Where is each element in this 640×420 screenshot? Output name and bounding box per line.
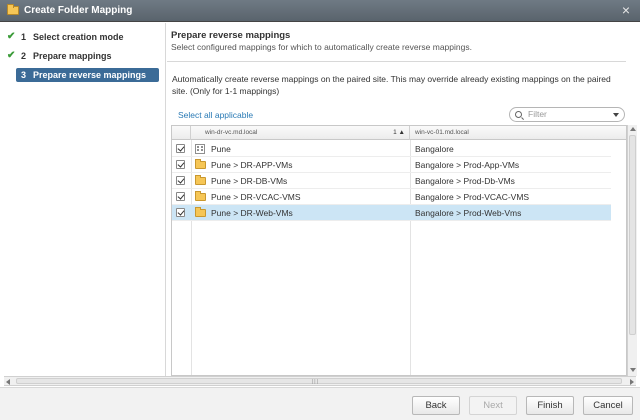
scroll-up-icon[interactable]: [630, 127, 636, 131]
scroll-right-icon[interactable]: [630, 379, 634, 385]
folder-icon: [195, 159, 206, 169]
header-divider: [167, 61, 626, 62]
step-select-creation-mode[interactable]: ✔ 1 Select creation mode: [4, 30, 159, 44]
table-header: win-dr-vc.md.local 1 ▲ win-vc-01.md.loca…: [172, 126, 626, 140]
page-subtitle: Select configured mappings for which to …: [171, 42, 472, 52]
step-number: 3: [21, 70, 27, 80]
target-cell: Bangalore: [415, 144, 454, 154]
step-label: Select creation mode: [33, 32, 124, 42]
row-checkbox[interactable]: [176, 144, 185, 153]
step-prepare-mappings[interactable]: ✔ 2 Prepare mappings: [4, 49, 159, 63]
folder-icon: [195, 191, 206, 201]
step-label: Prepare mappings: [33, 51, 112, 61]
window-title: Create Folder Mapping: [24, 5, 133, 16]
checkbox-column-header: [172, 126, 191, 140]
grip-icon: |||: [312, 379, 319, 385]
step-number: 1: [21, 32, 27, 42]
window-titlebar: Create Folder Mapping ×: [0, 0, 640, 22]
close-icon[interactable]: ×: [618, 3, 634, 19]
filter-input[interactable]: Filter: [509, 107, 625, 122]
scroll-thumb[interactable]: [16, 378, 622, 384]
mappings-table: win-dr-vc.md.local 1 ▲ win-vc-01.md.loca…: [171, 125, 627, 376]
table-row[interactable]: Pune > DR-DB-VMs Bangalore > Prod-Db-VMs: [172, 173, 611, 189]
back-button[interactable]: Back: [412, 396, 460, 415]
row-checkbox[interactable]: [176, 192, 185, 201]
folder-icon: [7, 4, 19, 15]
checkmark-icon: ✔: [7, 31, 16, 42]
wizard-footer: Back Next Finish Cancel: [0, 387, 640, 420]
target-cell: Bangalore > Prod-Web-Vms: [415, 208, 522, 218]
source-cell: Pune: [211, 144, 231, 154]
filter-placeholder: Filter: [528, 109, 547, 119]
sort-ascending-icon[interactable]: 1 ▲: [393, 129, 405, 136]
search-icon: [515, 111, 522, 118]
step-prepare-reverse-mappings[interactable]: 3 Prepare reverse mappings: [16, 68, 159, 82]
source-cell: Pune > DR-Web-VMs: [211, 208, 293, 218]
chevron-down-icon[interactable]: [613, 113, 619, 117]
source-cell: Pune > DR-DB-VMs: [211, 176, 288, 186]
building-icon: [195, 144, 205, 154]
source-column-header[interactable]: win-dr-vc.md.local 1 ▲: [191, 126, 410, 140]
row-checkbox[interactable]: [176, 176, 185, 185]
wizard-steps: ✔ 1 Select creation mode ✔ 2 Prepare map…: [0, 23, 166, 381]
table-row[interactable]: Pune Bangalore: [172, 141, 611, 157]
scroll-left-icon[interactable]: [6, 379, 10, 385]
target-cell: Bangalore > Prod-App-VMs: [415, 160, 520, 170]
cancel-button[interactable]: Cancel: [583, 396, 633, 415]
next-button[interactable]: Next: [469, 396, 517, 415]
source-cell: Pune > DR-APP-VMs: [211, 160, 293, 170]
step-label: Prepare reverse mappings: [33, 70, 147, 80]
scroll-down-icon[interactable]: [630, 368, 636, 372]
folder-icon: [195, 175, 206, 185]
description-text: Automatically create reverse mappings on…: [172, 74, 611, 96]
table-row[interactable]: Pune > DR-VCAC-VMS Bangalore > Prod-VCAC…: [172, 189, 611, 205]
step-number: 2: [21, 51, 27, 61]
row-checkbox[interactable]: [176, 160, 185, 169]
table-row[interactable]: Pune > DR-APP-VMs Bangalore > Prod-App-V…: [172, 157, 611, 173]
target-cell: Bangalore > Prod-VCAC-VMS: [415, 192, 530, 202]
source-cell: Pune > DR-VCAC-VMS: [211, 192, 301, 202]
folder-icon: [195, 207, 206, 217]
row-checkbox[interactable]: [176, 208, 185, 217]
checkmark-icon: ✔: [7, 50, 16, 61]
page-title: Prepare reverse mappings: [171, 30, 291, 41]
source-column-label: win-dr-vc.md.local: [205, 129, 258, 136]
horizontal-scrollbar[interactable]: |||: [4, 376, 636, 386]
vertical-scrollbar[interactable]: [627, 125, 637, 376]
target-cell: Bangalore > Prod-Db-VMs: [415, 176, 515, 186]
finish-button[interactable]: Finish: [526, 396, 574, 415]
scroll-thumb[interactable]: [629, 135, 636, 335]
select-all-link[interactable]: Select all applicable: [178, 110, 253, 120]
target-column-label: win-vc-01.md.local: [415, 129, 469, 136]
table-row-selected[interactable]: Pune > DR-Web-VMs Bangalore > Prod-Web-V…: [172, 205, 611, 221]
